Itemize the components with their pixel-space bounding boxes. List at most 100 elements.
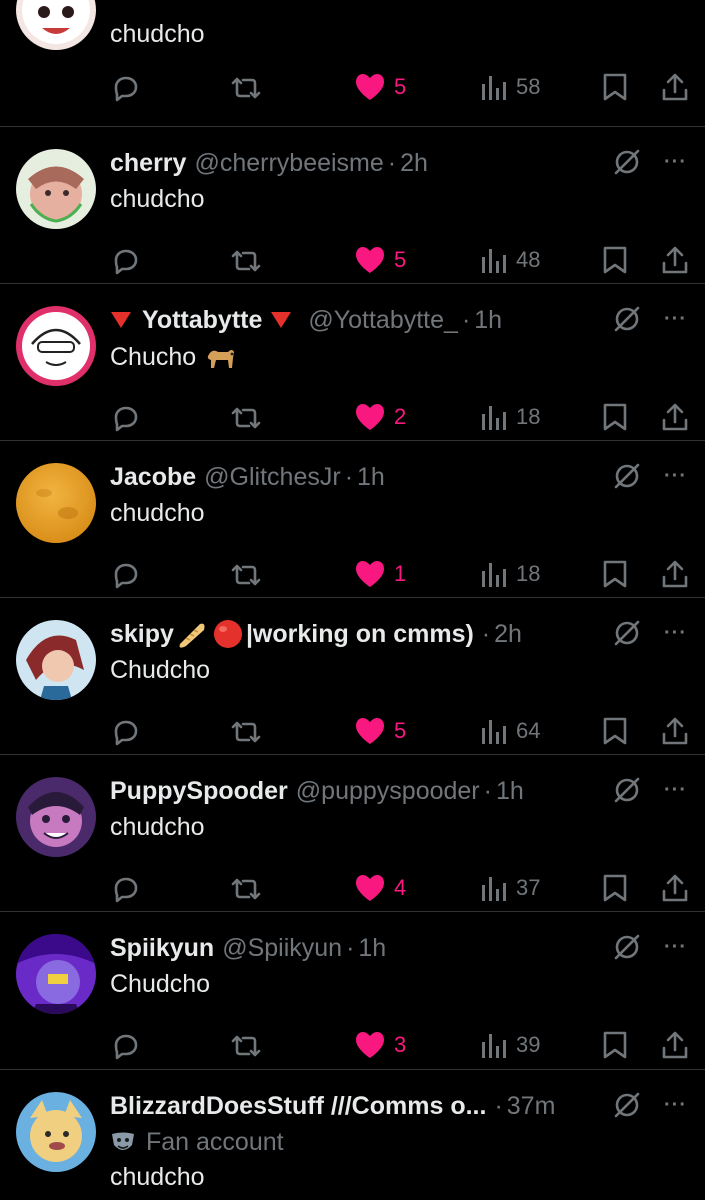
share-button[interactable] [660, 245, 690, 277]
more-options-icon[interactable]: ··· [664, 308, 687, 331]
views-button[interactable]: 18 [480, 402, 540, 432]
timestamp[interactable]: 37m [507, 1092, 556, 1121]
share-icon [662, 403, 688, 431]
tweet-right-icons: ··· [612, 932, 687, 962]
reply-button[interactable] [110, 402, 142, 434]
display-name[interactable]: Spiikyun [110, 934, 214, 963]
timestamp[interactable]: 2h [494, 620, 522, 649]
avatar[interactable] [16, 149, 96, 229]
display-name[interactable]: BlizzardDoesStuff ///Comms o... [110, 1092, 486, 1121]
tweet-card[interactable]: PuppySpooder @puppyspooder · 1h ··· chud… [0, 755, 705, 912]
tweet-card[interactable]: skipy |working on cmms) · 2h ··· Chudcho… [0, 598, 705, 755]
share-icon [662, 246, 688, 274]
bookmark-button[interactable] [602, 873, 628, 903]
display-name[interactable]: Yottabytte [142, 306, 262, 335]
display-name[interactable]: |working on cmms) [246, 620, 474, 649]
display-name-prefix[interactable]: skipy [110, 620, 174, 649]
views-button[interactable]: 39 [480, 1030, 540, 1060]
display-name[interactable]: PuppySpooder [110, 777, 288, 806]
bookmark-button[interactable] [602, 402, 628, 432]
tweet-actions: 4 37 [110, 873, 690, 909]
share-button[interactable] [660, 72, 690, 104]
like-button[interactable]: 2 [354, 402, 406, 432]
retweet-button[interactable] [228, 716, 264, 748]
tweet-card[interactable]: Jacobe @GlitchesJr · 1h ··· chudcho 1 18 [0, 441, 705, 598]
heart-filled-icon [356, 561, 384, 587]
bookmark-button[interactable] [602, 559, 628, 589]
timestamp[interactable]: 1h [496, 777, 524, 806]
more-options-icon[interactable]: ··· [664, 622, 687, 645]
handle[interactable]: @puppyspooder [296, 777, 480, 806]
reply-button[interactable] [110, 716, 142, 748]
avatar[interactable] [16, 777, 96, 857]
like-button[interactable]: 4 [354, 873, 406, 903]
retweet-button[interactable] [228, 245, 264, 277]
avatar[interactable] [16, 1092, 96, 1172]
avatar[interactable] [16, 0, 96, 50]
muted-icon[interactable] [612, 304, 642, 334]
share-button[interactable] [660, 559, 690, 591]
views-button[interactable]: 58 [480, 72, 540, 102]
timestamp[interactable]: 1h [474, 306, 502, 335]
bookmark-button[interactable] [602, 1030, 628, 1060]
handle[interactable]: @Spiikyun [222, 934, 342, 963]
like-button[interactable]: 5 [354, 245, 406, 275]
retweet-button[interactable] [228, 873, 264, 905]
bookmark-button[interactable] [602, 245, 628, 275]
share-button[interactable] [660, 402, 690, 434]
bookmark-icon [603, 717, 627, 745]
avatar[interactable] [16, 934, 96, 1014]
like-button[interactable]: 3 [354, 1030, 406, 1060]
more-options-icon[interactable]: ··· [664, 936, 687, 959]
muted-icon[interactable] [612, 618, 642, 648]
timestamp[interactable]: 1h [358, 934, 386, 963]
retweet-button[interactable] [228, 402, 264, 434]
bookmark-button[interactable] [602, 716, 628, 746]
more-options-icon[interactable]: ··· [664, 465, 687, 488]
reply-button[interactable] [110, 72, 142, 104]
share-button[interactable] [660, 1030, 690, 1062]
views-button[interactable]: 37 [480, 873, 540, 903]
like-button[interactable]: 1 [354, 559, 406, 589]
like-button[interactable]: 5 [354, 72, 406, 102]
display-name[interactable]: cherry [110, 149, 186, 178]
muted-icon[interactable] [612, 147, 642, 177]
tweet-card[interactable]: BlizzardDoesStuff ///Comms o... · 37m ··… [0, 1070, 705, 1200]
display-name[interactable]: Jacobe [110, 463, 196, 492]
views-button[interactable]: 64 [480, 716, 540, 746]
retweet-button[interactable] [228, 72, 264, 104]
muted-icon[interactable] [612, 932, 642, 962]
reply-button[interactable] [110, 873, 142, 905]
share-button[interactable] [660, 716, 690, 748]
muted-icon[interactable] [612, 775, 642, 805]
timestamp[interactable]: 1h [357, 463, 385, 492]
tweet-text: chudcho [110, 499, 205, 527]
tweet-card[interactable]: Yottabytte @Yottabytte_ · 1h ··· Chucho … [0, 284, 705, 441]
tweet-card[interactable]: chudcho 5 58 [0, 0, 705, 127]
retweet-button[interactable] [228, 559, 264, 591]
like-button[interactable]: 5 [354, 716, 406, 746]
handle[interactable]: @Yottabytte_ [308, 306, 458, 335]
avatar[interactable] [16, 306, 96, 386]
reply-button[interactable] [110, 245, 142, 277]
handle[interactable]: @cherrybeeisme [194, 149, 383, 178]
tweet-card[interactable]: cherry @cherrybeeisme · 2h ··· chudcho 5… [0, 127, 705, 284]
more-options-icon[interactable]: ··· [664, 1094, 687, 1117]
avatar[interactable] [16, 620, 96, 700]
handle[interactable]: @GlitchesJr [204, 463, 341, 492]
views-button[interactable]: 18 [480, 559, 540, 589]
avatar[interactable] [16, 463, 96, 543]
tweet-card[interactable]: Spiikyun @Spiikyun · 1h ··· Chudcho 3 39 [0, 912, 705, 1070]
views-icon [482, 406, 506, 430]
reply-button[interactable] [110, 1030, 142, 1062]
views-button[interactable]: 48 [480, 245, 540, 275]
muted-icon[interactable] [612, 1090, 642, 1120]
retweet-button[interactable] [228, 1030, 264, 1062]
more-options-icon[interactable]: ··· [664, 779, 687, 802]
bookmark-button[interactable] [602, 72, 628, 102]
muted-icon[interactable] [612, 461, 642, 491]
timestamp[interactable]: 2h [400, 149, 428, 178]
share-button[interactable] [660, 873, 690, 905]
reply-button[interactable] [110, 559, 142, 591]
more-options-icon[interactable]: ··· [664, 151, 687, 174]
